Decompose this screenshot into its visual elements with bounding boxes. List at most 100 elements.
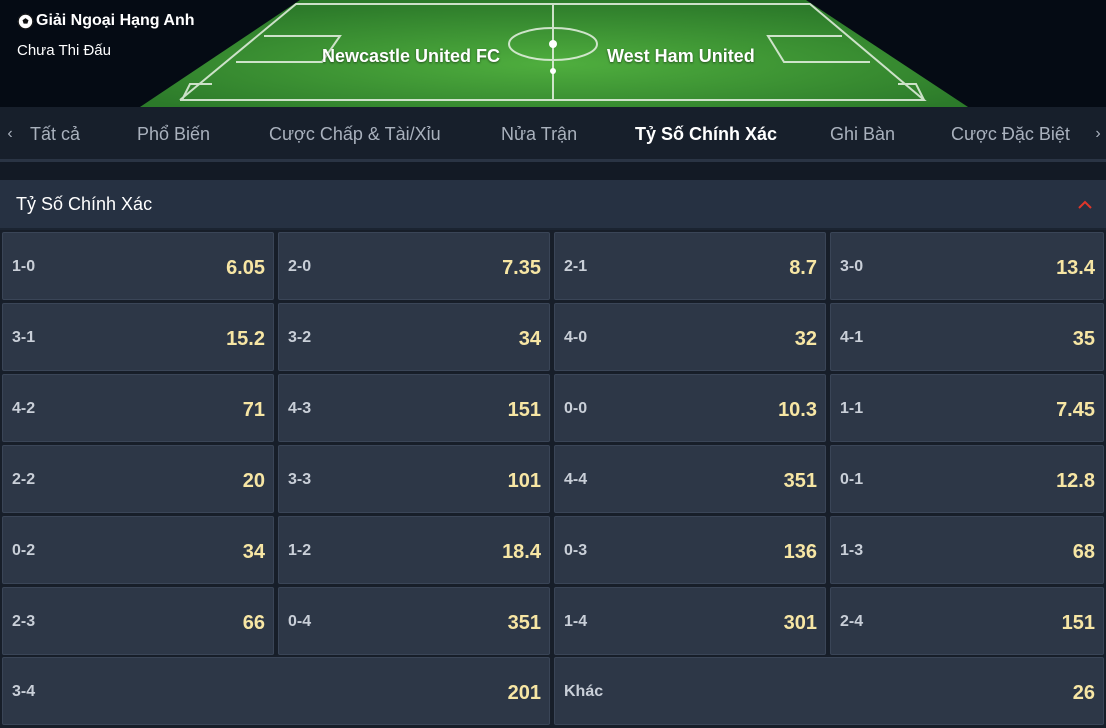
- score-label: 1-0: [12, 258, 36, 275]
- score-option[interactable]: 4-2 71: [2, 374, 274, 442]
- score-option[interactable]: 2-1 8.7: [554, 232, 826, 300]
- score-option[interactable]: 0-0 10.3: [554, 374, 826, 442]
- score-option[interactable]: 2-3 66: [2, 587, 274, 655]
- odds-value: 351: [507, 612, 541, 634]
- odds-value: 68: [1072, 541, 1095, 563]
- odds-value: 6.05: [226, 257, 265, 279]
- odds-value: 34: [242, 541, 265, 563]
- score-option[interactable]: 0-4 351: [278, 587, 550, 655]
- odds-value: 20: [242, 470, 265, 492]
- odds-value: 8.7: [789, 257, 817, 279]
- score-option[interactable]: 3-0 13.4: [830, 232, 1104, 300]
- score-option[interactable]: 4-4 351: [554, 445, 826, 513]
- odds-value: 301: [783, 612, 817, 634]
- score-option[interactable]: 3-1 15.2: [2, 303, 274, 371]
- score-label: 0-1: [840, 471, 864, 488]
- odds-value: 26: [1072, 682, 1095, 704]
- odds-value: 34: [518, 328, 541, 350]
- tab-popular[interactable]: Phổ Biến: [137, 107, 210, 162]
- score-label: 3-3: [288, 471, 312, 488]
- score-option[interactable]: 1-2 18.4: [278, 516, 550, 584]
- score-label: 0-4: [288, 613, 312, 630]
- odds-value: 151: [1061, 612, 1095, 634]
- score-option[interactable]: 0-3 136: [554, 516, 826, 584]
- score-label: 1-3: [840, 542, 864, 559]
- odds-value: 18.4: [502, 541, 541, 563]
- odds-value: 35: [1072, 328, 1095, 350]
- tab-correct-score[interactable]: Tỷ Số Chính Xác: [635, 107, 778, 165]
- odds-value: 32: [794, 328, 817, 350]
- score-option[interactable]: 0-1 12.8: [830, 445, 1104, 513]
- score-label: 3-2: [288, 329, 312, 346]
- score-option[interactable]: 1-3 68: [830, 516, 1104, 584]
- odds-value: 151: [507, 399, 541, 421]
- tab-all[interactable]: Tất cả: [30, 107, 80, 162]
- correct-score-section-header[interactable]: Tỷ Số Chính Xác: [0, 180, 1106, 228]
- score-label: Khác: [564, 683, 604, 700]
- away-team-name: West Ham United: [607, 46, 755, 66]
- score-label: 0-2: [12, 542, 36, 559]
- score-option-other[interactable]: Khác 26: [554, 657, 1104, 725]
- home-team-name: Newcastle United FC: [322, 46, 501, 66]
- score-option[interactable]: 1-4 301: [554, 587, 826, 655]
- score-option[interactable]: 3-4 201: [2, 657, 550, 725]
- odds-value: 201: [507, 682, 541, 704]
- score-option[interactable]: 4-1 35: [830, 303, 1104, 371]
- score-label: 0-3: [564, 542, 588, 559]
- score-label: 3-0: [840, 258, 864, 275]
- score-option[interactable]: 1-1 7.45: [830, 374, 1104, 442]
- score-label: 2-0: [288, 258, 312, 275]
- score-option[interactable]: 2-2 20: [2, 445, 274, 513]
- score-label: 4-1: [840, 329, 864, 346]
- score-label: 3-4: [12, 683, 36, 700]
- tab-goal-scorer[interactable]: Ghi Bàn: [830, 107, 895, 162]
- score-label: 1-4: [564, 613, 588, 630]
- score-label: 4-3: [288, 400, 312, 417]
- tab-specials[interactable]: Cược Đặc Biệt: [951, 107, 1070, 162]
- tab-half-time[interactable]: Nửa Trận: [501, 107, 577, 162]
- odds-value: 15.2: [226, 328, 265, 350]
- league-name: Giải Ngoại Hạng Anh: [17, 12, 195, 30]
- correct-score-grid: 1-0 6.05 2-0 7.35 2-1 8.7 3-0 13.4 3-1 15.2 3…: [0, 230, 1106, 728]
- score-option[interactable]: 2-4 151: [830, 587, 1104, 655]
- score-option[interactable]: 4-3 151: [278, 374, 550, 442]
- score-label: 0-0: [564, 400, 588, 417]
- score-option[interactable]: 4-0 32: [554, 303, 826, 371]
- soccer-ball-icon: [17, 13, 34, 29]
- odds-value: 136: [783, 541, 817, 563]
- chevron-right-icon[interactable]: ›: [1088, 124, 1106, 144]
- chevron-left-icon[interactable]: ‹: [0, 124, 20, 144]
- odds-value: 13.4: [1056, 257, 1095, 279]
- odds-value: 7.45: [1056, 399, 1095, 421]
- section-title: Tỷ Số Chính Xác: [16, 194, 153, 214]
- score-label: 2-4: [840, 613, 864, 630]
- score-label: 1-1: [840, 400, 864, 417]
- score-label: 4-0: [564, 329, 588, 346]
- score-label: 2-2: [12, 471, 36, 488]
- market-tabs: ‹ Tất cả Phổ Biến Cược Chấp & Tài/Xỉu Nử…: [0, 107, 1106, 165]
- score-label: 4-4: [564, 471, 588, 488]
- odds-value: 66: [242, 612, 265, 634]
- match-header: Giải Ngoại Hạng Anh Chưa Thi Đấu Newcast…: [0, 0, 1106, 107]
- tab-handicap-over-under[interactable]: Cược Chấp & Tài/Xỉu: [269, 107, 441, 162]
- score-label: 2-1: [564, 258, 588, 275]
- chevron-up-icon[interactable]: [1076, 197, 1094, 211]
- score-option[interactable]: 3-2 34: [278, 303, 550, 371]
- score-label: 3-1: [12, 329, 36, 346]
- score-option[interactable]: 3-3 101: [278, 445, 550, 513]
- odds-value: 10.3: [778, 399, 817, 421]
- match-status: Chưa Thi Đấu: [17, 42, 111, 59]
- odds-value: 7.35: [502, 257, 541, 279]
- league-label: Giải Ngoại Hạng Anh: [36, 12, 195, 29]
- score-label: 1-2: [288, 542, 312, 559]
- score-option[interactable]: 2-0 7.35: [278, 232, 550, 300]
- section-spacer: [0, 162, 1106, 180]
- odds-value: 12.8: [1056, 470, 1095, 492]
- score-option[interactable]: 0-2 34: [2, 516, 274, 584]
- score-label: 4-2: [12, 400, 36, 417]
- score-label: 2-3: [12, 613, 36, 630]
- score-option[interactable]: 1-0 6.05: [2, 232, 274, 300]
- odds-value: 101: [507, 470, 541, 492]
- odds-value: 351: [783, 470, 817, 492]
- odds-value: 71: [242, 399, 265, 421]
